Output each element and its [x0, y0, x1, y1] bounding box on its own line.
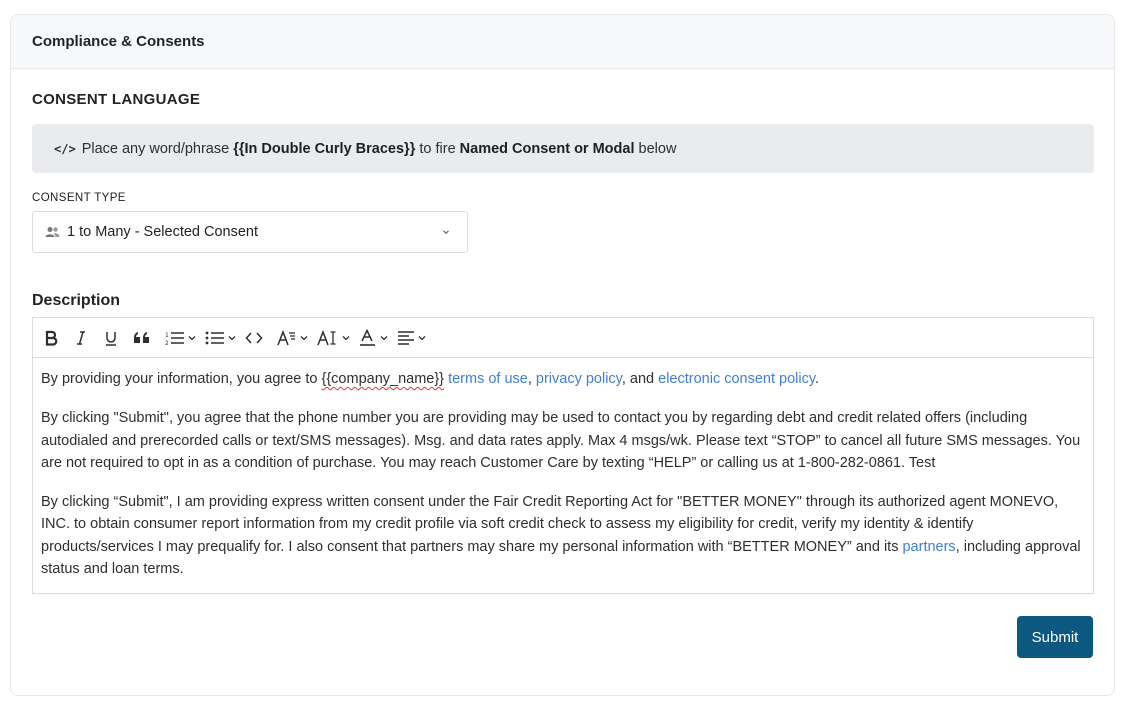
code-block-icon[interactable]: [245, 324, 263, 352]
align-icon[interactable]: [397, 324, 427, 352]
editor-content[interactable]: By providing your information, you agree…: [33, 358, 1093, 580]
partners-link[interactable]: partners: [902, 539, 955, 555]
bulleted-list-icon[interactable]: [205, 324, 237, 352]
info-text-2: to fire: [415, 140, 460, 157]
company-name-placeholder: {{company_name}}: [321, 371, 445, 387]
card-title: Compliance & Consents: [32, 33, 205, 50]
svg-text:2: 2: [165, 340, 169, 346]
font-color-icon[interactable]: [359, 324, 389, 352]
terms-of-use-link[interactable]: terms of use: [448, 371, 528, 387]
text-style-icon[interactable]: [277, 324, 309, 352]
p1-period: .: [815, 371, 820, 387]
info-text-1: Place any word/phrase: [81, 140, 234, 157]
p1-text: By providing your information, you agree…: [41, 371, 322, 387]
card-header: Compliance & Consents: [11, 15, 1114, 69]
editor-toolbar: 12: [33, 318, 1093, 358]
submit-button[interactable]: Submit: [1017, 616, 1093, 658]
italic-icon[interactable]: [73, 324, 89, 352]
underline-icon[interactable]: [103, 324, 119, 352]
paragraph-2: By clicking "Submit", you agree that the…: [41, 410, 1081, 471]
info-bold-1: {{In Double Curly Braces}}: [233, 140, 416, 157]
section-title: CONSENT LANGUAGE: [32, 91, 201, 108]
electronic-consent-policy-link[interactable]: electronic consent policy: [658, 371, 815, 387]
users-icon: [45, 226, 61, 238]
consent-type-value: 1 to Many - Selected Consent: [67, 224, 259, 240]
chevron-down-icon: [441, 225, 451, 241]
p1-and: , and: [621, 371, 659, 387]
privacy-policy-link[interactable]: privacy policy: [536, 371, 622, 387]
info-banner: </> Place any word/phrase {{In Double Cu…: [32, 124, 1094, 173]
consent-type-select[interactable]: 1 to Many - Selected Consent: [32, 211, 468, 253]
font-size-icon[interactable]: [317, 324, 351, 352]
p1-comma: ,: [527, 371, 536, 387]
bold-icon[interactable]: [43, 324, 59, 352]
paragraph-3: By clicking “Submit", I am providing exp…: [41, 491, 1085, 580]
compliance-card: Compliance & Consents CONSENT LANGUAGE <…: [10, 14, 1115, 696]
paragraph-1: By providing your information, you agree…: [41, 368, 1085, 390]
description-editor[interactable]: 12 By providing your information, you ag…: [32, 317, 1094, 594]
description-label: Description: [32, 292, 121, 309]
code-icon: </>: [54, 141, 76, 156]
consent-type-label: CONSENT TYPE: [32, 192, 126, 204]
info-bold-2: Named Consent or Modal: [459, 140, 635, 157]
numbered-list-icon[interactable]: 12: [165, 324, 197, 352]
blockquote-icon[interactable]: [133, 324, 151, 352]
info-text-3: below: [634, 140, 677, 157]
svg-text:1: 1: [165, 332, 169, 339]
